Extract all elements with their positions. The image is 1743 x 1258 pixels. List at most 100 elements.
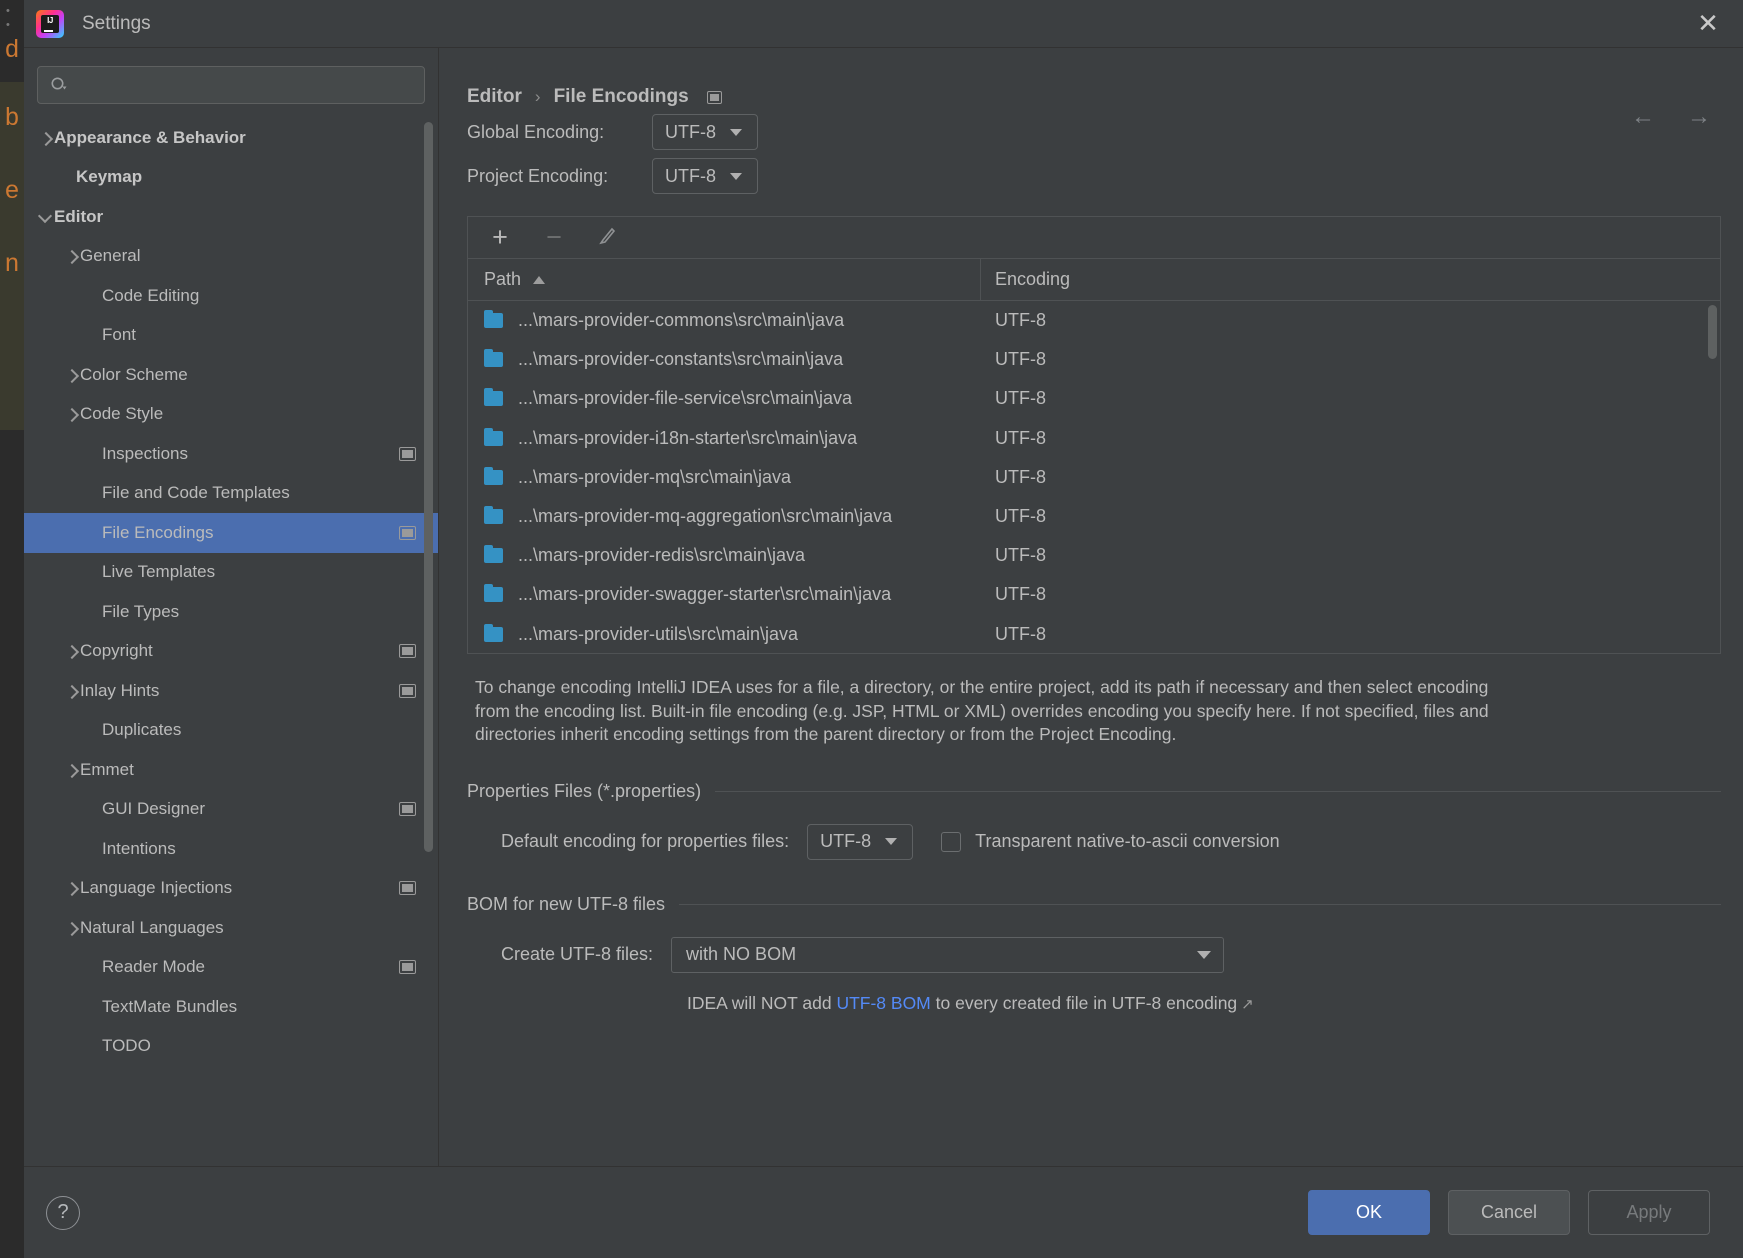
table-cell-encoding[interactable]: UTF-8 [981,310,1720,331]
back-arrow-icon[interactable]: ← [1629,105,1657,130]
breadcrumb-current: File Encodings [553,86,689,107]
properties-group-title: Properties Files (*.properties) [467,780,702,801]
folder-icon [484,310,503,329]
table-row[interactable]: ...\mars-provider-mq\src\main\java UTF-8 [468,458,1720,497]
sidebar-item-reader-mode[interactable]: Reader Mode [24,948,438,988]
table-toolbar: + − [468,217,1720,259]
cancel-button[interactable]: Cancel [1448,1190,1570,1235]
table-cell-encoding[interactable]: UTF-8 [981,624,1720,645]
table-scrollbar[interactable] [1708,305,1717,359]
default-properties-encoding-value: UTF-8 [820,831,872,851]
sidebar-item-textmate-bundles[interactable]: TextMate Bundles [24,987,438,1027]
sidebar-scrollbar[interactable] [424,122,433,852]
create-utf8-files-dropdown[interactable]: with NO BOM [671,936,1225,973]
add-icon[interactable]: + [488,223,512,250]
global-encoding-value: UTF-8 [665,121,716,142]
project-encoding-dropdown[interactable]: UTF-8 [652,158,758,194]
help-icon[interactable]: ? [46,1195,80,1230]
sidebar-item-intentions[interactable]: Intentions [24,829,438,869]
transparent-native-to-ascii-checkbox[interactable] [941,831,962,852]
chevron-right-icon[interactable] [64,643,80,659]
breadcrumb-separator: › [534,87,541,106]
bom-note-suffix: to every created file in UTF-8 encoding [930,992,1238,1013]
table-row[interactable]: ...\mars-provider-i18n-starter\src\main\… [468,419,1720,458]
chevron-right-icon[interactable] [64,248,80,264]
sidebar-item-language-injections[interactable]: Language Injections [24,869,438,909]
chevron-right-icon[interactable] [38,130,54,146]
folder-icon [484,388,503,407]
table-row[interactable]: ...\mars-provider-redis\src\main\java UTF… [468,536,1720,575]
table-cell-encoding[interactable]: UTF-8 [981,467,1720,488]
table-row[interactable]: ...\mars-provider-utils\src\main\java UTF… [468,615,1720,654]
sidebar-item-label: File Types [102,601,180,621]
sidebar-item-file-types[interactable]: File Types [24,592,438,632]
chevron-right-icon[interactable] [64,367,80,383]
global-encoding-dropdown[interactable]: UTF-8 [652,114,758,150]
sidebar-item-label: Font [102,325,137,345]
search-wrapper [24,48,438,116]
column-header-encoding[interactable]: Encoding [981,269,1720,290]
remove-icon[interactable]: − [542,223,566,250]
forward-arrow-icon[interactable]: → [1685,105,1713,130]
search-box[interactable] [37,66,425,104]
sidebar-item-inlay-hints[interactable]: Inlay Hints [24,671,438,711]
table-row[interactable]: ...\mars-provider-file-service\src\main\… [468,379,1720,418]
close-icon[interactable]: ✕ [1691,8,1725,40]
bom-group-title: BOM for new UTF-8 files [467,893,666,914]
table-cell-encoding[interactable]: UTF-8 [981,584,1720,605]
sidebar-item-code-style[interactable]: Code Style [24,395,438,435]
chevron-right-icon[interactable] [64,920,80,936]
table-cell-encoding[interactable]: UTF-8 [981,545,1720,566]
table-header-row: Path Encoding [468,259,1720,301]
folder-icon [484,623,503,642]
sidebar-item-emmet[interactable]: Emmet [24,750,438,790]
table-cell-path-text: ...\mars-provider-swagger-starter\src\ma… [518,584,892,605]
chevron-right-icon[interactable] [64,880,80,896]
sidebar-item-file-and-code-templates[interactable]: File and Code Templates [24,474,438,514]
sidebar-item-gui-designer[interactable]: GUI Designer [24,790,438,830]
external-link-icon: ↗ [1241,995,1254,1013]
table-cell-path-text: ...\mars-provider-constants\src\main\jav… [518,349,844,370]
sidebar-item-duplicates[interactable]: Duplicates [24,711,438,751]
sidebar-item-keymap[interactable]: Keymap [24,158,438,198]
chevron-right-icon[interactable] [64,406,80,422]
sidebar-item-file-encodings[interactable]: File Encodings [24,513,438,553]
dialog-title: Settings [82,12,151,34]
sidebar-item-label: Copyright [80,641,153,661]
sidebar-item-color-scheme[interactable]: Color Scheme [24,355,438,395]
breadcrumb-parent[interactable]: Editor [467,86,522,108]
sidebar-item-font[interactable]: Font [24,316,438,356]
default-properties-encoding-dropdown[interactable]: UTF-8 [807,823,914,860]
sidebar-item-code-editing[interactable]: Code Editing [24,276,438,316]
table-cell-encoding[interactable]: UTF-8 [981,428,1720,449]
table-cell-encoding[interactable]: UTF-8 [981,506,1720,527]
table-row[interactable]: ...\mars-provider-constants\src\main\jav… [468,340,1720,379]
sidebar-item-natural-languages[interactable]: Natural Languages [24,908,438,948]
sidebar-item-todo[interactable]: TODO [24,1027,438,1067]
chevron-down-icon[interactable] [38,209,54,225]
sidebar-item-general[interactable]: General [24,237,438,277]
table-row[interactable]: ...\mars-provider-commons\src\main\java U… [468,301,1720,340]
sidebar-item-label: Appearance & Behavior [54,127,246,147]
table-row[interactable]: ...\mars-provider-swagger-starter\src\ma… [468,575,1720,614]
column-header-path[interactable]: Path [468,259,981,300]
chevron-right-icon[interactable] [64,762,80,778]
sidebar-item-editor[interactable]: Editor [24,197,438,237]
chevron-right-icon[interactable] [64,683,80,699]
utf8-bom-link[interactable]: UTF-8 BOM [836,993,930,1013]
search-input[interactable] [68,76,424,94]
ok-button[interactable]: OK [1308,1190,1430,1235]
sidebar-item-inspections[interactable]: Inspections [24,434,438,474]
sidebar-item-appearance-behavior[interactable]: Appearance & Behavior [24,118,438,158]
table-cell-encoding[interactable]: UTF-8 [981,349,1720,370]
edit-pencil-icon[interactable] [596,226,620,250]
table-cell-encoding[interactable]: UTF-8 [981,388,1720,409]
sidebar-item-live-templates[interactable]: Live Templates [24,553,438,593]
apply-button[interactable]: Apply [1588,1190,1710,1235]
table-row[interactable]: ...\mars-provider-mq-aggregation\src\mai… [468,497,1720,536]
chevron-down-icon [885,838,898,845]
sidebar-item-copyright[interactable]: Copyright [24,632,438,672]
